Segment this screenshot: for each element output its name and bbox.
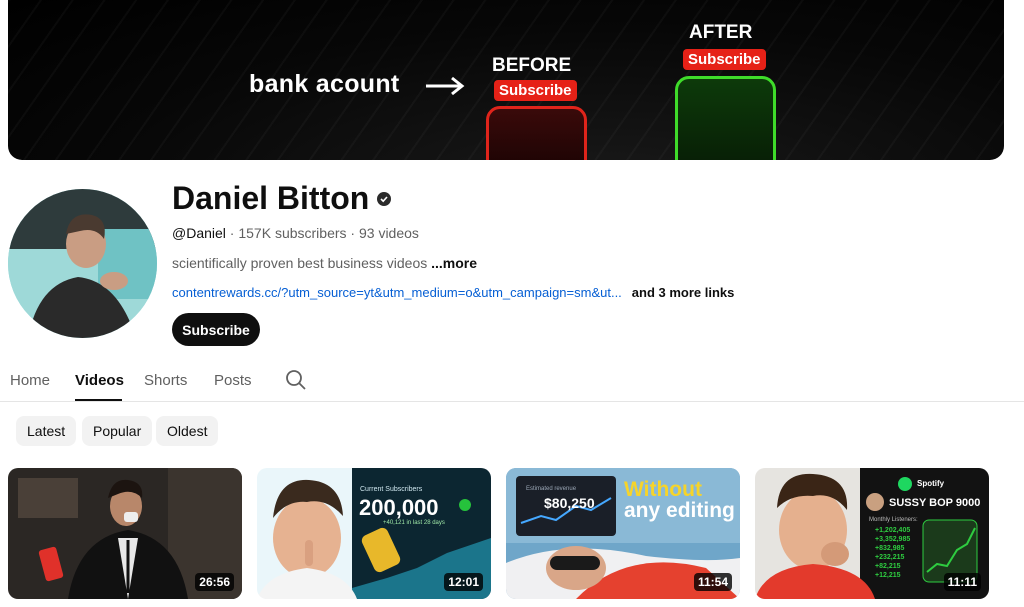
overlay-value: +832,985: [875, 545, 905, 552]
banner-after-label: AFTER: [689, 22, 753, 43]
overlay-value: +3,352,985: [875, 536, 911, 543]
more-links-button[interactable]: and 3 more links: [632, 285, 735, 300]
overlay-value: +12,215: [875, 572, 901, 579]
tab-home[interactable]: Home: [10, 372, 50, 389]
arrow-right-icon: [426, 76, 465, 96]
channel-tabs: Home Videos Shorts Posts: [0, 360, 1024, 402]
video-duration: 12:01: [444, 573, 483, 591]
overlay-artist-name: SUSSY BOP 9000: [889, 497, 981, 509]
video-thumbnail[interactable]: 26:56: [8, 468, 242, 599]
tab-videos[interactable]: Videos: [75, 372, 124, 389]
tab-posts[interactable]: Posts: [214, 372, 252, 389]
avatar-image: [8, 189, 157, 338]
overlay-app-name: Spotify: [917, 479, 945, 488]
overlay-subtext: +40,121 in last 28 days: [383, 520, 445, 526]
overlay-caption: Estimated revenue: [526, 486, 577, 492]
overlay-caption: Current Subscribers: [360, 486, 423, 493]
verified-check-icon: [377, 191, 392, 206]
overlay-values: +1,202,405 +3,352,985 +832,985 +232,215 …: [875, 526, 910, 580]
video-duration: 26:56: [195, 573, 234, 591]
channel-links: contentrewards.cc/?utm_source=yt&utm_med…: [172, 285, 734, 300]
chip-latest[interactable]: Latest: [16, 416, 77, 446]
subscribe-button[interactable]: Subscribe: [172, 313, 260, 346]
channel-banner: bank acount BEFORE Subscribe AFTER Subsc…: [8, 0, 1004, 160]
search-icon[interactable]: [285, 369, 307, 391]
active-tab-indicator: [75, 399, 122, 401]
more-link[interactable]: ...more: [431, 255, 477, 271]
banner-text: bank acount: [249, 70, 400, 98]
chip-popular[interactable]: Popular: [82, 416, 153, 446]
overlay-title-line2: any editing: [624, 499, 735, 522]
video-duration: 11:11: [943, 573, 981, 591]
channel-handle: @Daniel: [172, 225, 226, 241]
meta-separator: ·: [225, 225, 239, 241]
overlay-value: +1,202,405: [875, 527, 911, 534]
video-count: 93 videos: [358, 225, 419, 241]
video-duration: 11:54: [693, 573, 732, 591]
overlay-caption: Monthly Listeners:: [869, 517, 918, 523]
banner-subscribe-pill-before: Subscribe: [494, 80, 577, 101]
chip-oldest[interactable]: Oldest: [156, 416, 219, 446]
video-thumbnail[interactable]: Spotify SUSSY BOP 9000 Monthly Listeners…: [755, 468, 989, 599]
banner-after-box: [675, 76, 776, 160]
overlay-value: +82,215: [875, 563, 901, 570]
channel-name-text: Daniel Bitton: [172, 180, 370, 216]
overlay-number: $80,250: [544, 495, 595, 511]
video-thumbnail[interactable]: Current Subscribers 200,000 +40,121 in l…: [257, 468, 491, 599]
meta-separator: ·: [346, 225, 359, 241]
description-text: scientifically proven best business vide…: [172, 255, 428, 271]
video-thumbnail[interactable]: Estimated revenue $80,250 Without any ed…: [506, 468, 740, 599]
tab-shorts[interactable]: Shorts: [144, 372, 187, 389]
channel-description[interactable]: scientifically proven best business vide…: [172, 255, 477, 271]
banner-subscribe-pill-after: Subscribe: [683, 49, 766, 70]
channel-meta: @Daniel · 157K subscribers · 93 videos: [172, 225, 419, 241]
subscriber-count: 157K subscribers: [238, 225, 347, 241]
banner-before-label: BEFORE: [492, 55, 572, 76]
banner-before-box: [486, 106, 587, 160]
overlay-value: +232,215: [875, 554, 905, 561]
overlay-number: 200,000: [359, 495, 439, 520]
channel-name: Daniel Bitton: [172, 180, 392, 217]
channel-avatar[interactable]: [8, 189, 157, 338]
channel-link[interactable]: contentrewards.cc/?utm_source=yt&utm_med…: [172, 285, 622, 300]
